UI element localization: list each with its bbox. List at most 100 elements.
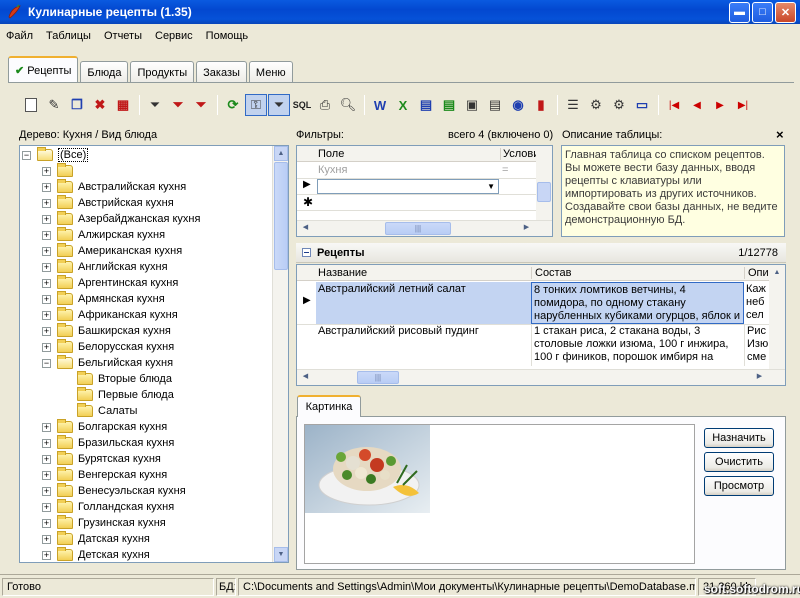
tree-item[interactable]: − Бельгийская кухня: [42, 355, 173, 371]
expand-icon[interactable]: +: [42, 230, 51, 240]
tree-item[interactable]: +: [42, 163, 78, 179]
tab-products[interactable]: Продукты: [130, 61, 195, 83]
last-record-button[interactable]: ▶|: [732, 94, 754, 116]
tree-item[interactable]: + Армянская кухня: [42, 291, 165, 307]
expand-icon[interactable]: +: [42, 470, 51, 480]
expand-icon[interactable]: +: [42, 518, 51, 528]
column-composition[interactable]: Состав: [531, 267, 744, 279]
chart-button[interactable]: ▮: [530, 94, 552, 116]
tree-item[interactable]: + Американская кухня: [42, 243, 182, 259]
expand-icon[interactable]: +: [42, 454, 51, 464]
expand-icon[interactable]: +: [42, 182, 51, 192]
maximize-button[interactable]: □: [752, 1, 773, 23]
expand-icon[interactable]: +: [42, 198, 51, 208]
scroll-up-icon[interactable]: ▲: [770, 267, 784, 281]
remove-filter-button[interactable]: ⏷: [190, 94, 212, 116]
filter-button[interactable]: ⏷: [144, 94, 166, 116]
prev-record-button[interactable]: ◀: [686, 94, 708, 116]
column-field[interactable]: Поле: [318, 148, 344, 160]
menu-reports[interactable]: Отчеты: [98, 30, 149, 42]
tree-view-button[interactable]: ⚿: [245, 94, 267, 116]
expand-icon[interactable]: +: [42, 246, 51, 256]
expand-icon[interactable]: +: [42, 438, 51, 448]
scroll-right-icon[interactable]: ▶: [519, 222, 534, 235]
expand-icon[interactable]: +: [42, 262, 51, 272]
filters-grid[interactable]: Поле Услови Кухня = ▶ ▼ ✱ ◀ ||| ▶: [296, 145, 553, 237]
description-close-icon[interactable]: ×: [776, 127, 784, 142]
assign-image-button[interactable]: Назначить: [704, 428, 774, 448]
fields-button[interactable]: ☰: [562, 94, 584, 116]
tab-recipes[interactable]: ✔ Рецепты: [8, 56, 79, 83]
filter-field-dropdown[interactable]: ▼: [317, 179, 499, 194]
tree-item[interactable]: Первые блюда: [62, 387, 174, 403]
collapse-icon[interactable]: −: [22, 150, 31, 160]
expand-icon[interactable]: +: [42, 502, 51, 512]
recipe-name-cell[interactable]: Австралийский рисовый пудинг: [316, 324, 531, 366]
tree-item[interactable]: Вторые блюда: [62, 371, 172, 387]
scroll-thumb[interactable]: [537, 182, 551, 202]
filter-panel-button[interactable]: ⏷: [268, 94, 290, 116]
clear-image-button[interactable]: Очистить: [704, 452, 774, 472]
tree-item[interactable]: + Венесуэльская кухня: [42, 483, 186, 499]
preview-button[interactable]: 🔍︎: [337, 94, 359, 116]
scroll-up-icon[interactable]: ▲: [274, 146, 288, 161]
tab-dishes[interactable]: Блюда: [80, 61, 129, 83]
expand-icon[interactable]: +: [42, 326, 51, 336]
menu-service[interactable]: Сервис: [149, 30, 200, 42]
settings-button[interactable]: ⚙: [585, 94, 607, 116]
export-xls-button[interactable]: ▤: [438, 94, 460, 116]
tree-item[interactable]: + Грузинская кухня: [42, 515, 166, 531]
expand-icon[interactable]: +: [42, 166, 51, 176]
expand-icon[interactable]: +: [42, 422, 51, 432]
close-button[interactable]: ✕: [775, 1, 796, 23]
tree-scrollbar[interactable]: ▲ ▼: [272, 146, 288, 562]
tree-root[interactable]: − (Все): [22, 147, 89, 163]
tree-item[interactable]: + Голландская кухня: [42, 499, 174, 515]
first-record-button[interactable]: |◀: [663, 94, 685, 116]
form-button[interactable]: ▭: [631, 94, 653, 116]
scroll-down-icon[interactable]: ▼: [274, 547, 288, 562]
tree-item[interactable]: + Австрийская кухня: [42, 195, 174, 211]
tree-item[interactable]: Салаты: [62, 403, 137, 419]
export-html-button[interactable]: ◉: [507, 94, 529, 116]
menu-tables[interactable]: Таблицы: [40, 30, 98, 42]
tree-item[interactable]: + Болгарская кухня: [42, 419, 167, 435]
export-csv-button[interactable]: ▣: [461, 94, 483, 116]
column-condition[interactable]: Услови: [500, 148, 538, 160]
menu-file[interactable]: Файл: [0, 30, 40, 42]
edit-record-button[interactable]: ✎: [43, 94, 65, 116]
expand-icon[interactable]: +: [42, 550, 51, 560]
collapse-icon[interactable]: −: [42, 358, 51, 368]
tree-item[interactable]: + Аргентинская кухня: [42, 275, 178, 291]
print-button[interactable]: ⎙: [314, 94, 336, 116]
properties-button[interactable]: ⚙: [608, 94, 630, 116]
clear-filter-button[interactable]: ⏷: [167, 94, 189, 116]
tree-item[interactable]: + Африканская кухня: [42, 307, 178, 323]
tree-item[interactable]: + Датская кухня: [42, 531, 150, 547]
recipes-grid[interactable]: Название Состав Опи ▶ Австралийский летн…: [296, 264, 786, 386]
column-name[interactable]: Название: [318, 267, 367, 279]
tab-picture[interactable]: Картинка: [297, 395, 361, 417]
expand-icon[interactable]: +: [42, 278, 51, 288]
export-excel-button[interactable]: X: [392, 94, 414, 116]
recipes-hscroll[interactable]: ◀ ||| ▶: [297, 369, 785, 385]
scroll-thumb[interactable]: [274, 162, 288, 270]
tree-item[interactable]: + Алжирская кухня: [42, 227, 165, 243]
tree-item[interactable]: + Английская кухня: [42, 259, 168, 275]
filters-vscroll[interactable]: [536, 146, 552, 220]
expand-icon[interactable]: +: [42, 342, 51, 352]
tree-item[interactable]: + Белорусская кухня: [42, 339, 174, 355]
expand-icon[interactable]: +: [42, 310, 51, 320]
tree-item[interactable]: + Венгерская кухня: [42, 467, 167, 483]
scroll-right-icon[interactable]: ▶: [752, 371, 767, 384]
export-text-button[interactable]: ▤: [484, 94, 506, 116]
recipe-name-cell[interactable]: Австралийский летний салат: [316, 282, 531, 324]
collapse-icon[interactable]: [302, 248, 311, 257]
tab-menu[interactable]: Меню: [248, 61, 293, 83]
minimize-button[interactable]: ▬: [729, 1, 750, 23]
expand-icon[interactable]: +: [42, 534, 51, 544]
tree-item[interactable]: + Бурятская кухня: [42, 451, 161, 467]
tree-item[interactable]: + Бразильская кухня: [42, 435, 174, 451]
category-tree[interactable]: − (Все) + + Австралийская кухня + Австрийска…: [19, 145, 289, 563]
expand-icon[interactable]: +: [42, 486, 51, 496]
